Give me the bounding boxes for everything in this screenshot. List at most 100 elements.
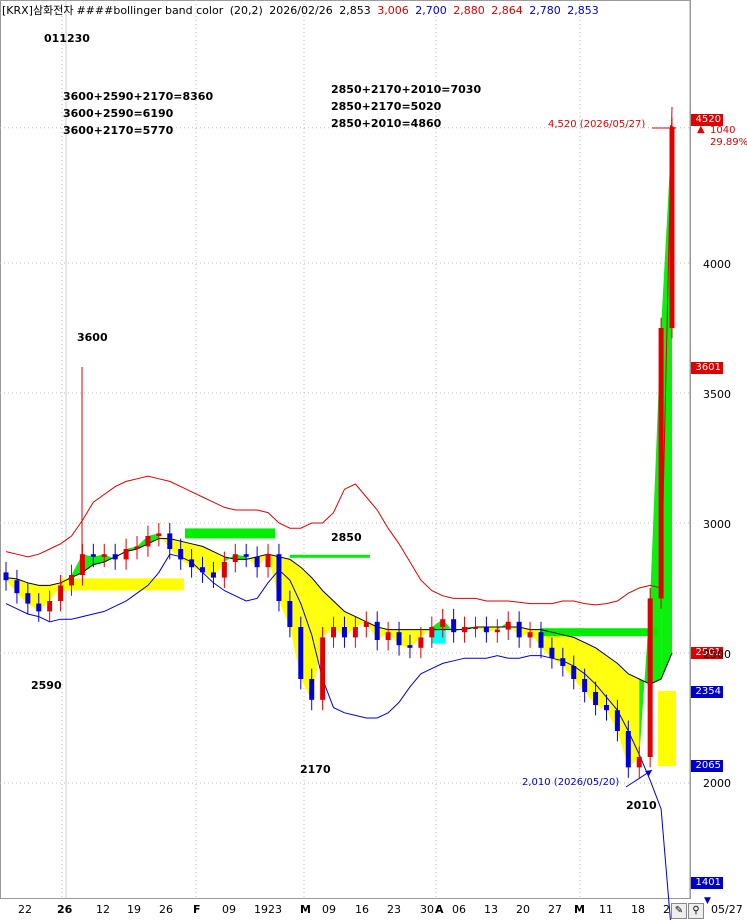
x-tick-2: 12: [96, 903, 110, 916]
legend-value-3: 2,853: [567, 4, 599, 17]
x-tick-12: 30: [420, 903, 434, 916]
legend-value-1: 2,864: [491, 4, 523, 17]
x-tick-13: A: [435, 903, 444, 916]
candle-body: [593, 692, 599, 705]
x-tick-0: 22: [18, 903, 32, 916]
candle-body: [200, 567, 206, 573]
candle-body: [101, 554, 107, 557]
x-tick-8: M: [300, 903, 311, 916]
sum-left: 3600+2590+2170=8360 3600+2590=6190 3600+…: [63, 90, 214, 137]
low-marker-arrow: [645, 770, 652, 776]
price-tag-bottom: 1401: [691, 877, 723, 889]
level-bar-green: [290, 554, 370, 558]
candle-body: [549, 647, 555, 659]
edit-tool-icon[interactable]: ✎: [671, 903, 687, 919]
candle-body: [440, 619, 446, 627]
candle-body: [636, 757, 642, 768]
level-bar-green: [185, 528, 275, 539]
candle-body: [134, 546, 140, 549]
x-tick-9: 09: [322, 903, 336, 916]
sum-right: 2850+2170+2010=7030 2850+2170=5020 2850+…: [331, 83, 482, 130]
candle-body: [254, 556, 260, 568]
candle-body: [123, 549, 129, 560]
candle-body: [3, 572, 9, 581]
y-tick-3000: 3000: [703, 518, 731, 531]
legend-high: 3,006: [377, 4, 409, 17]
x-tick-17: 27: [548, 903, 562, 916]
price-tag-lower-b: 2065: [691, 760, 723, 772]
legend-low: 2,700: [415, 4, 447, 17]
x-tick-4: 26: [159, 903, 173, 916]
x-tick-18: M: [574, 903, 585, 916]
candle-body: [625, 731, 631, 768]
legend-params: (20,2): [229, 4, 263, 17]
level-bar-green: [540, 628, 658, 637]
x-tick-3: 19: [127, 903, 141, 916]
label-3600: 3600: [77, 331, 108, 344]
candle-body: [407, 645, 413, 648]
candle-body: [505, 621, 511, 630]
candle-body: [287, 601, 293, 627]
zoom-tool-icon[interactable]: ⚲: [688, 903, 704, 919]
level-bar-yellow: [62, 578, 184, 591]
high-marker-label: 4,520 (2026/05/27): [548, 119, 646, 130]
candle-body: [603, 705, 609, 711]
candle-body: [374, 621, 380, 640]
y-tick-3500: 3500: [703, 388, 731, 401]
chart-legend: [KRX]삼화전자 ####bollinger band color (20,2)…: [2, 2, 602, 18]
low-marker-label: 2,010 (2026/05/20): [522, 777, 620, 788]
price-tag-upper: 3601: [691, 362, 723, 374]
legend-open: 2,853: [339, 4, 371, 17]
label-2170: 2170: [300, 763, 331, 776]
x-tick-20: 18: [631, 903, 645, 916]
candle-body: [69, 575, 75, 586]
x-tick-6: 09: [222, 903, 236, 916]
candle-body: [472, 627, 478, 629]
candle-body: [669, 127, 675, 328]
change-percent: 29.89%: [710, 137, 747, 148]
level-bar-yellow: [658, 690, 676, 767]
candle-body: [298, 627, 304, 679]
candle-body: [36, 603, 42, 612]
candle-body: [276, 554, 282, 601]
candle-body: [658, 328, 664, 599]
x-tick-19: 11: [599, 903, 613, 916]
legend-close: 2,880: [453, 4, 485, 17]
candle-body: [429, 627, 435, 638]
candle-body: [418, 637, 424, 648]
candle-body: [90, 554, 96, 557]
label-2590: 2590: [31, 679, 62, 692]
candle-body: [451, 619, 457, 633]
candle-body: [112, 554, 118, 560]
candle-body: [14, 580, 20, 594]
legend-value-2: 2,780: [529, 4, 561, 17]
candle-body: [145, 536, 151, 547]
legend-indicator: ####bollinger band color: [76, 4, 224, 17]
x-tick-16: 20: [516, 903, 530, 916]
x-tick-10: 16: [355, 903, 369, 916]
candle-body: [189, 559, 195, 568]
candle-body: [58, 585, 64, 601]
label-2850: 2850: [331, 531, 362, 544]
candle-body: [396, 632, 402, 646]
candle-body: [331, 627, 337, 638]
x-tick-14: 06: [452, 903, 466, 916]
candle-body: [582, 679, 588, 692]
candle-body: [560, 658, 566, 666]
candle-body: [571, 666, 577, 679]
candle-body: [243, 554, 249, 557]
candle-body: [309, 679, 315, 700]
candle-body: [363, 621, 369, 627]
legend-symbol: [KRX]삼화전자: [2, 4, 74, 17]
scroll-down-icon[interactable]: ▼: [704, 896, 711, 906]
candle-body: [210, 572, 216, 578]
y-tick-2500: 2500: [703, 648, 731, 661]
candle-body: [538, 632, 544, 648]
candle-body: [167, 533, 173, 549]
price-tag-last: 4520: [691, 114, 723, 126]
y-tick-2000: 2000: [703, 777, 731, 790]
label-2010: 2010: [626, 799, 657, 812]
x-tick-7: 1923: [254, 903, 282, 916]
legend-date: 2026/02/26: [269, 4, 333, 17]
x-tick-21: 2: [663, 903, 670, 916]
